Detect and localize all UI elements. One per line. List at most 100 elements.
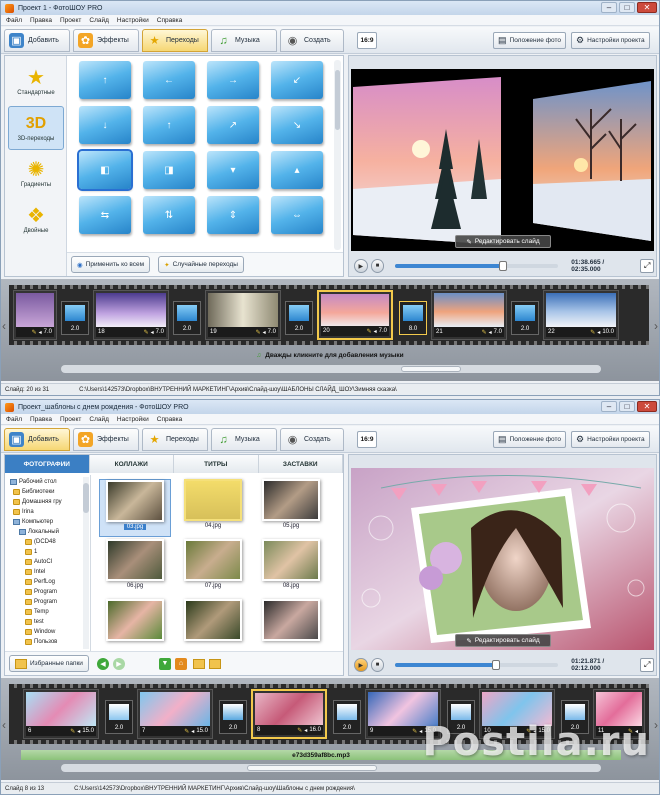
transition-tile[interactable]: ↑ — [79, 61, 131, 99]
play-button[interactable]: ▶ — [354, 259, 368, 273]
slide-thumbnail-selected[interactable]: 8 ✎ ◂ 16.0 — [251, 689, 327, 739]
tree-node[interactable]: PerfLog — [25, 577, 55, 587]
tree-node[interactable]: Intel — [25, 567, 45, 577]
tree-node[interactable]: Домашняя гру — [13, 497, 62, 507]
subtab-titles[interactable]: ТИТРЫ — [174, 455, 259, 473]
menu-file[interactable]: Файл — [6, 416, 22, 423]
edit-slide-button[interactable]: ✎ Редактировать слайд — [455, 235, 551, 248]
tab-add[interactable]: ▣ Добавить — [4, 29, 70, 52]
tree-node[interactable]: Компьютер — [13, 517, 53, 527]
slide-thumbnail[interactable]: 6 ✎ ◂ 15.0 — [23, 689, 99, 739]
tree-node[interactable]: Temp — [25, 607, 49, 617]
scroll-thumb[interactable] — [335, 70, 340, 130]
tab-create[interactable]: ◉ Создать — [280, 29, 344, 52]
playback-knob[interactable] — [498, 261, 507, 271]
back-icon[interactable]: ◀ — [96, 657, 109, 670]
scroll-thumb[interactable] — [247, 765, 377, 771]
category-standard[interactable]: ★ Стандартные — [8, 60, 64, 104]
new-folder-icon[interactable] — [208, 658, 221, 669]
transition-tile[interactable]: ▴ — [271, 151, 323, 189]
transition-tile[interactable]: → — [207, 61, 259, 99]
transition-tile[interactable]: ← — [143, 61, 195, 99]
file-thumbnail[interactable] — [99, 599, 171, 651]
transition-tile[interactable]: ▾ — [207, 151, 259, 189]
tab-add[interactable]: ▣ Добавить — [4, 428, 70, 451]
transition-tile[interactable]: ↑ — [143, 106, 195, 144]
favorites-button[interactable]: Избранные папки — [9, 655, 89, 672]
tree-scrollbar[interactable] — [83, 477, 89, 649]
transition-tile[interactable]: ⇆ — [79, 196, 131, 234]
transition-thumbnail[interactable]: 2.0 — [173, 301, 201, 335]
file-thumbnail[interactable] — [177, 599, 249, 651]
transition-scrollbar[interactable] — [334, 60, 341, 250]
minimize-button[interactable]: – — [601, 401, 617, 412]
project-settings-button[interactable]: ⚙ Настройки проекта — [571, 32, 650, 49]
tab-transitions[interactable]: ★ Переходы — [142, 29, 208, 52]
stop-button[interactable]: ■ — [370, 658, 385, 672]
subtab-photos[interactable]: ФОТОГРАФИИ — [5, 455, 90, 473]
project-settings-button[interactable]: ⚙ Настройки проекта — [571, 431, 650, 448]
menu-edit[interactable]: Правка — [30, 416, 52, 423]
photo-position-button[interactable]: ▤ Положение фото — [493, 431, 567, 448]
audio-track[interactable]: ♫ Дважды кликните для добавления музыки — [1, 349, 659, 361]
slide-thumbnail[interactable]: ✎ ◂ 7.0 — [13, 290, 57, 340]
forward-icon[interactable]: ▶ — [112, 657, 125, 670]
tree-node[interactable]: Program — [25, 587, 57, 597]
subtab-collages[interactable]: КОЛЛАЖИ — [90, 455, 174, 473]
minimize-button[interactable]: – — [601, 2, 617, 13]
aspect-ratio-button[interactable]: 16:9 — [357, 32, 377, 49]
menu-slide[interactable]: Слайд — [89, 416, 109, 423]
photo-position-button[interactable]: ▤ Положение фото — [493, 32, 567, 49]
aspect-ratio-button[interactable]: 16:9 — [357, 431, 377, 448]
edit-slide-button[interactable]: ✎ Редактировать слайд — [455, 634, 551, 647]
transition-thumbnail[interactable]: 2.0 — [219, 700, 247, 734]
scroll-thumb[interactable] — [401, 366, 461, 372]
timeline-scrollbar[interactable] — [61, 764, 601, 772]
file-thumbnail[interactable]: 04.jpg — [177, 479, 249, 537]
tree-node[interactable]: Irina — [13, 507, 34, 517]
tree-node[interactable]: Библиотеки — [13, 487, 55, 497]
transition-thumbnail[interactable]: 2.0 — [285, 301, 313, 335]
transition-tile[interactable]: ↙ — [271, 61, 323, 99]
tree-node[interactable]: (DCD48 — [25, 537, 56, 547]
menu-project[interactable]: Проект — [60, 17, 81, 24]
close-button[interactable]: ✕ — [637, 2, 657, 13]
maximize-button[interactable]: □ — [619, 2, 635, 13]
transition-tile-selected[interactable]: ◧ — [77, 149, 133, 191]
folder-up-icon[interactable] — [192, 658, 205, 669]
transition-tile[interactable]: ◨ — [143, 151, 195, 189]
file-thumbnail[interactable]: 06.jpg — [99, 539, 171, 597]
arrow-down-icon[interactable]: ▼ — [158, 657, 171, 670]
playback-track[interactable] — [395, 261, 559, 271]
home-icon[interactable]: ⌂ — [174, 657, 187, 670]
tree-node[interactable]: AutoCl — [25, 557, 52, 567]
file-thumbnail[interactable]: 08.jpg — [255, 539, 327, 597]
menu-help[interactable]: Справка — [157, 416, 183, 423]
tree-node[interactable]: test — [25, 617, 44, 627]
transition-tile[interactable]: ↓ — [79, 106, 131, 144]
tab-create[interactable]: ◉ Создать — [280, 428, 344, 451]
subtab-intros[interactable]: ЗАСТАВКИ — [259, 455, 343, 473]
close-button[interactable]: ✕ — [637, 401, 657, 412]
transition-tile[interactable]: ↗ — [207, 106, 259, 144]
tab-music[interactable]: ♫ Музыка — [211, 428, 277, 451]
slide-thumbnail[interactable]: 21 ✎ ◂ 7.0 — [431, 290, 507, 340]
transition-thumbnail[interactable]: 8.0 — [399, 301, 427, 335]
random-transitions-button[interactable]: ✦ Случайные переходы — [158, 256, 244, 273]
slide-thumbnail[interactable]: 19 ✎ ◂ 7.0 — [205, 290, 281, 340]
slide-thumbnail[interactable]: 18 ✎ ◂ 7.0 — [93, 290, 169, 340]
stop-button[interactable]: ■ — [370, 259, 385, 273]
tab-music[interactable]: ♫ Музыка — [211, 29, 277, 52]
apply-to-all-button[interactable]: ◉ Применить ко всем — [71, 256, 151, 273]
menu-slide[interactable]: Слайд — [89, 17, 109, 24]
slide-thumbnail[interactable]: 22 ✎ ◂ 10.0 — [543, 290, 619, 340]
category-gradients[interactable]: ✺ Градиенты — [8, 152, 64, 196]
transition-thumbnail[interactable]: 2.0 — [333, 700, 361, 734]
title-bar[interactable]: Проект 1 - ФотоШОУ PRO – □ ✕ — [1, 1, 659, 15]
playback-track[interactable] — [395, 660, 559, 670]
transition-thumbnail[interactable]: 2.0 — [105, 700, 133, 734]
category-double[interactable]: ❖ Двойные — [8, 198, 64, 242]
menu-file[interactable]: Файл — [6, 17, 22, 24]
timeline-right-arrow[interactable]: › — [654, 319, 658, 333]
tree-node[interactable]: Локальный — [19, 527, 59, 537]
